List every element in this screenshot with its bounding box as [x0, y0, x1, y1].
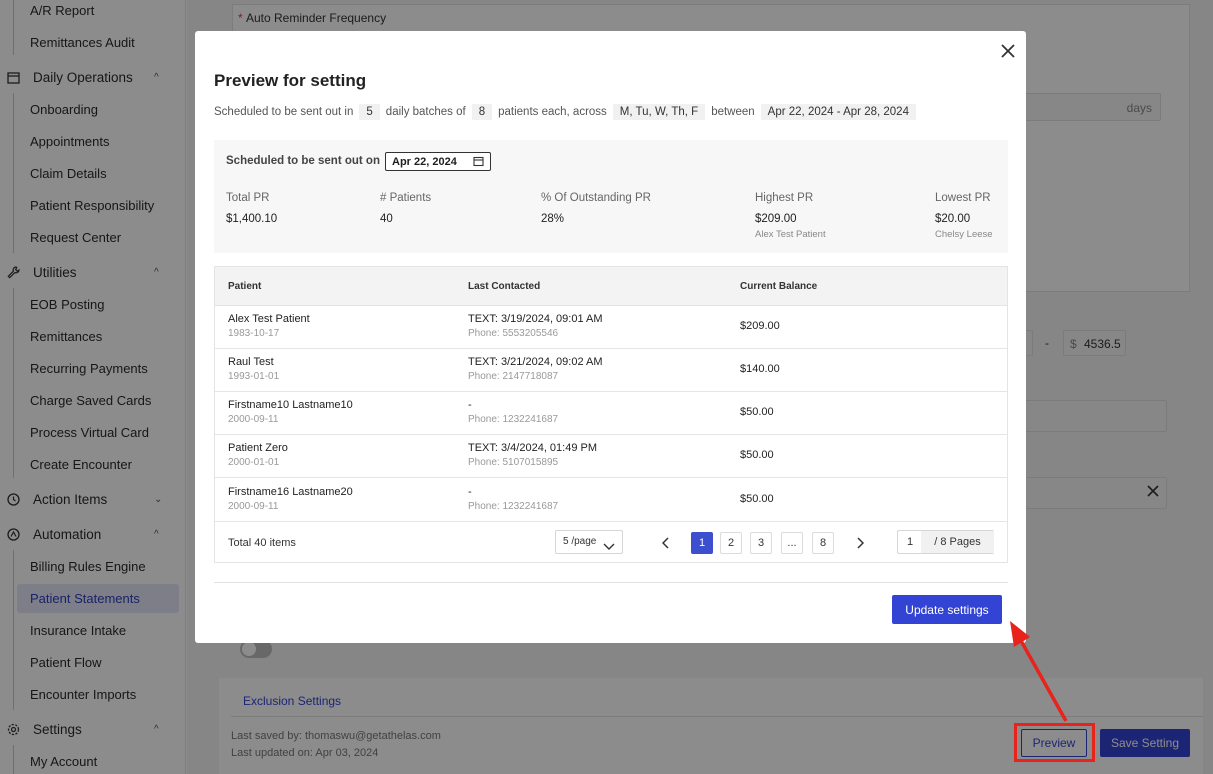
date-range-value: Apr 22, 2024 - Apr 28, 2024 — [760, 104, 916, 120]
schedule-sentence: Scheduled to be sent out in 5 daily batc… — [214, 104, 922, 120]
sent-on-label: Scheduled to be sent out on — [226, 155, 380, 167]
chevron-down-icon — [603, 538, 615, 556]
patient-name: Raul Test — [228, 356, 274, 368]
current-balance: $209.00 — [740, 320, 780, 332]
summary-panel: Scheduled to be sent out on Apr 22, 2024… — [214, 140, 1008, 253]
patient-name: Alex Test Patient — [228, 313, 310, 325]
table-row: Firstname10 Lastname10 2000-09-11 - Phon… — [215, 392, 1007, 435]
column-header-last-contacted: Last Contacted — [468, 281, 541, 292]
calendar-icon — [473, 156, 484, 170]
current-balance: $50.00 — [740, 449, 774, 461]
prev-page-icon[interactable] — [661, 536, 670, 554]
patient-name: Patient Zero — [228, 442, 288, 454]
table-row: Alex Test Patient 1983-10-17 TEXT: 3/19/… — [215, 306, 1007, 349]
annotation-arrow — [1010, 621, 1068, 722]
stat-sub-lowest-pr: Chelsy Leese — [935, 229, 993, 240]
patient-phone: Phone: 5553205546 — [468, 328, 559, 339]
stat-value-total-pr: $1,400.10 — [226, 213, 278, 225]
column-header-patient: Patient — [228, 281, 262, 292]
stat-sub-highest-pr: Alex Test Patient — [755, 229, 826, 240]
send-date-picker[interactable]: Apr 22, 2024 — [385, 152, 491, 171]
page-jump-value: 1 — [907, 536, 914, 548]
close-icon[interactable] — [998, 41, 1018, 61]
patient-dob: 2000-09-11 — [228, 501, 279, 512]
send-date-value: Apr 22, 2024 — [392, 155, 457, 168]
schedule-prefix: Scheduled to be sent out in — [214, 106, 354, 118]
last-contacted: TEXT: 3/4/2024, 01:49 PM — [468, 442, 598, 454]
between-label: between — [711, 106, 755, 118]
page-total: / 8 Pages — [921, 531, 994, 553]
table-row: Raul Test 1993-01-01 TEXT: 3/21/2024, 09… — [215, 349, 1007, 392]
days-value: M, Tu, W, Th, F — [612, 104, 706, 120]
patients-table: Patient Last Contacted Current Balance A… — [214, 266, 1008, 563]
page-button-1[interactable]: 1 — [691, 532, 713, 554]
patient-name: Firstname10 Lastname10 — [228, 399, 353, 411]
page-jump-input[interactable]: 1 / 8 Pages — [897, 530, 994, 554]
update-settings-button[interactable]: Update settings — [892, 595, 1002, 624]
stat-label-outstanding: % Of Outstanding PR — [541, 192, 651, 204]
column-header-current-balance: Current Balance — [740, 281, 818, 292]
batches-value: 5 — [359, 104, 380, 120]
patient-dob: 1983-10-17 — [228, 328, 280, 339]
modal-title: Preview for setting — [214, 71, 367, 90]
stat-label-patients: # Patients — [380, 192, 432, 204]
page-size-select[interactable]: 5 /page — [555, 530, 623, 554]
page-button-3[interactable]: 3 — [750, 532, 772, 554]
stat-value-patients: 40 — [380, 213, 393, 225]
patient-dob: 1993-01-01 — [228, 371, 280, 382]
stat-value-lowest-pr: $20.00 — [935, 213, 971, 225]
stat-label-total-pr: Total PR — [226, 192, 270, 204]
stat-label-highest-pr: Highest PR — [755, 192, 814, 204]
page-ellipsis[interactable]: ... — [781, 532, 803, 554]
next-page-icon[interactable] — [856, 536, 865, 554]
last-contacted: - — [468, 486, 472, 498]
stat-label-lowest-pr: Lowest PR — [935, 192, 991, 204]
table-header: Patient Last Contacted Current Balance — [215, 267, 1007, 306]
last-contacted: TEXT: 3/21/2024, 09:02 AM — [468, 356, 603, 368]
table-row: Patient Zero 2000-01-01 TEXT: 3/4/2024, … — [215, 435, 1007, 478]
patient-name: Firstname16 Lastname20 — [228, 486, 353, 498]
modal-divider — [214, 582, 1008, 583]
preview-modal: Preview for setting Scheduled to be sent… — [195, 31, 1026, 643]
total-items: Total 40 items — [228, 537, 296, 549]
stat-value-outstanding: 28% — [541, 213, 565, 225]
patient-dob: 2000-01-01 — [228, 457, 280, 468]
patient-dob: 2000-09-11 — [228, 414, 279, 425]
stat-value-highest-pr: $209.00 — [755, 213, 797, 225]
page-button-8[interactable]: 8 — [812, 532, 834, 554]
last-contacted: TEXT: 3/19/2024, 09:01 AM — [468, 313, 603, 325]
current-balance: $140.00 — [740, 363, 780, 375]
current-balance: $50.00 — [740, 406, 774, 418]
batches-suffix: daily batches of — [385, 106, 466, 118]
table-pagination: Total 40 items 5 /page 1 2 3 ... 8 1 / 8… — [215, 523, 1007, 563]
patient-phone: Phone: 2147718087 — [468, 371, 559, 382]
page-button-2[interactable]: 2 — [720, 532, 742, 554]
patient-phone: Phone: 1232241687 — [468, 414, 559, 425]
table-row: Firstname16 Lastname20 2000-09-11 - Phon… — [215, 479, 1007, 522]
patients-suffix: patients each, across — [498, 106, 607, 118]
last-contacted: - — [468, 399, 472, 411]
page-size-value: 5 /page — [563, 536, 597, 547]
annotation-highlight-box — [1014, 723, 1095, 762]
current-balance: $50.00 — [740, 493, 774, 505]
patients-value: 8 — [471, 104, 493, 120]
patient-phone: Phone: 5107015895 — [468, 457, 559, 468]
patient-phone: Phone: 1232241687 — [468, 501, 559, 512]
